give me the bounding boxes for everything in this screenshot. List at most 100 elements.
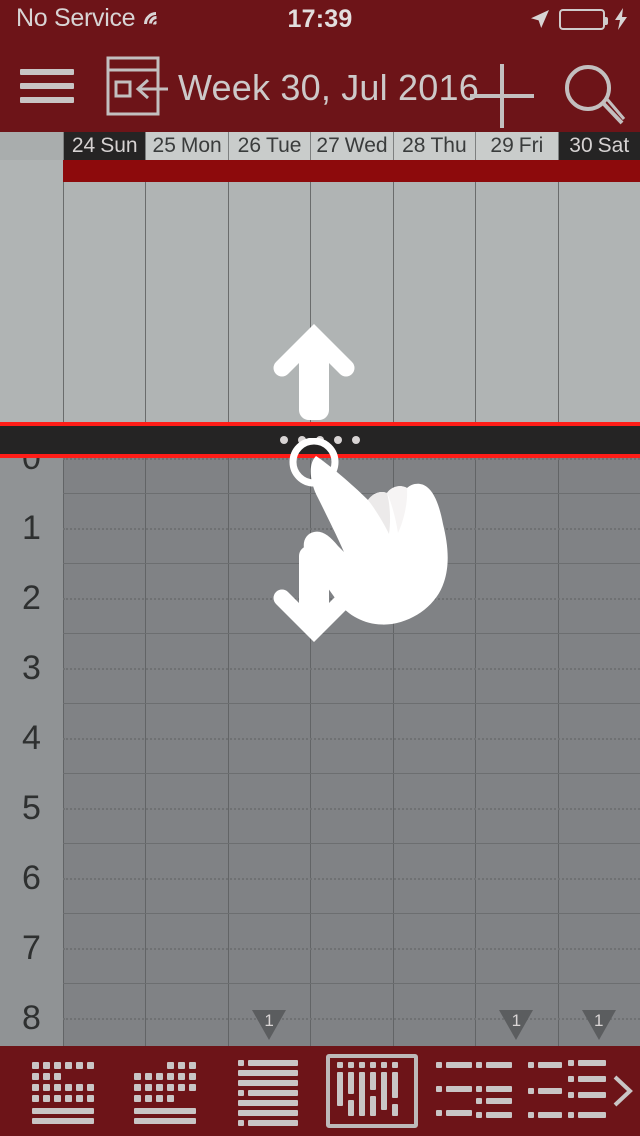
chevron-right-icon[interactable] <box>610 1074 636 1108</box>
hour-column[interactable] <box>63 458 145 1046</box>
day-header-cell[interactable]: 24 Sun <box>63 132 146 160</box>
task-list-icon <box>528 1060 606 1118</box>
hour-line <box>63 983 640 984</box>
all-day-column[interactable] <box>475 160 557 422</box>
day-header-cell[interactable]: 29 Fri <box>475 132 558 160</box>
hour-label: 4 <box>22 719 41 757</box>
hour-line <box>63 843 640 844</box>
grip-dot <box>280 436 288 444</box>
all-day-gutter <box>0 160 63 422</box>
half-hour-line <box>63 738 640 740</box>
half-hour-line <box>63 808 640 810</box>
all-day-column[interactable] <box>63 160 145 422</box>
day-number: 29 <box>490 134 514 157</box>
day-weekday: Sun <box>100 134 138 157</box>
half-hour-line <box>63 948 640 950</box>
hour-label: 0 <box>22 458 41 477</box>
hour-column[interactable] <box>227 458 310 1046</box>
view-task-list[interactable] <box>524 1054 616 1128</box>
half-hour-line <box>63 528 640 530</box>
month-grid-icon <box>32 1062 94 1124</box>
all-day-column[interactable] <box>145 160 227 422</box>
hour-line <box>63 703 640 704</box>
location-arrow-icon <box>530 9 550 29</box>
hour-label: 6 <box>22 859 41 897</box>
day-header-cell[interactable]: 30 Sat <box>557 132 640 160</box>
grip-dot <box>334 436 342 444</box>
hour-grid-columns <box>63 458 640 1046</box>
bottom-toolbar <box>0 1046 640 1136</box>
hour-label: 7 <box>22 929 41 967</box>
view-month-grid[interactable] <box>20 1054 112 1128</box>
hour-line <box>63 633 640 634</box>
grip-dot <box>316 436 324 444</box>
split-divider[interactable] <box>0 422 640 462</box>
goto-date-icon[interactable] <box>106 56 168 116</box>
day-number: 27 <box>316 134 340 157</box>
day-header-row: 24 Sun 25 Mon 26 Tue 27 Wed 28 Thu 29 Fri 30 Sat <box>0 132 640 160</box>
event-count-label: 1 <box>594 1011 604 1030</box>
hour-gutter: 0 1 2 3 4 5 6 7 8 <box>0 458 63 1046</box>
day-number: 25 <box>152 134 176 157</box>
day-number: 26 <box>237 134 262 157</box>
hamburger-menu-icon[interactable] <box>20 62 74 110</box>
day-list-icon <box>238 1060 298 1126</box>
battery-full-icon <box>559 8 608 30</box>
hour-label: 8 <box>22 999 41 1037</box>
day-number: 24 <box>71 134 96 157</box>
week-columns-icon <box>337 1062 398 1116</box>
day-header-cell[interactable]: 28 Thu <box>392 132 476 160</box>
day-weekday: Fri <box>518 134 544 157</box>
day-header-cell[interactable]: 25 Mon <box>145 132 228 160</box>
view-week-columns[interactable] <box>326 1054 418 1128</box>
event-count-label: 1 <box>264 1011 274 1030</box>
all-day-column[interactable] <box>392 160 475 422</box>
grip-dot <box>298 436 306 444</box>
view-day-list[interactable] <box>224 1054 316 1128</box>
hour-column[interactable] <box>310 458 392 1046</box>
view-two-weeks[interactable] <box>122 1054 214 1128</box>
status-bar-right <box>530 8 628 30</box>
half-hour-line <box>63 878 640 880</box>
day-event-count-marker[interactable]: 1 <box>252 1010 287 1040</box>
day-header-cell[interactable]: 27 Wed <box>310 132 393 160</box>
hour-label: 2 <box>22 579 41 617</box>
day-weekday: Wed <box>344 134 388 157</box>
lightning-bolt-icon <box>614 8 628 30</box>
day-event-count-marker[interactable]: 1 <box>581 1010 616 1040</box>
half-hour-line <box>63 668 640 670</box>
hour-column[interactable] <box>392 458 475 1046</box>
hour-line <box>63 913 640 914</box>
hour-grid-section[interactable]: 0 1 2 3 4 5 6 7 8 1 1 1 <box>0 458 640 1046</box>
all-day-columns <box>63 160 640 422</box>
hour-line <box>63 773 640 774</box>
hour-label: 1 <box>22 509 41 547</box>
all-day-column[interactable] <box>227 160 310 422</box>
day-weekday: Mon <box>180 134 222 157</box>
hour-column[interactable] <box>475 458 557 1046</box>
half-hour-line <box>63 1018 640 1020</box>
hour-label: 5 <box>22 789 41 827</box>
all-day-column[interactable] <box>310 160 392 422</box>
view-agenda[interactable] <box>428 1054 520 1128</box>
status-bar: No Service 17:39 <box>0 0 640 41</box>
day-header-cell[interactable]: 26 Tue <box>227 132 311 160</box>
day-weekday: Thu <box>430 134 467 157</box>
all-day-section[interactable] <box>0 160 640 422</box>
all-day-column[interactable] <box>557 160 640 422</box>
divider-grip-handle[interactable] <box>0 426 640 454</box>
grip-dot <box>352 436 360 444</box>
half-hour-line <box>63 458 640 460</box>
two-week-grid-icon <box>134 1062 196 1124</box>
day-header-gutter <box>0 132 63 160</box>
plus-icon[interactable] <box>470 64 534 128</box>
hour-column[interactable] <box>557 458 640 1046</box>
page-title: Week 30, Jul 2016 <box>178 67 479 108</box>
event-count-label: 1 <box>511 1011 522 1030</box>
hour-column[interactable] <box>145 458 227 1046</box>
day-weekday: Sat <box>597 134 630 157</box>
hour-grid[interactable]: 1 1 1 <box>63 458 640 1046</box>
day-event-count-marker[interactable]: 1 <box>499 1010 534 1040</box>
search-icon[interactable] <box>560 62 626 128</box>
agenda-icon <box>436 1062 512 1118</box>
